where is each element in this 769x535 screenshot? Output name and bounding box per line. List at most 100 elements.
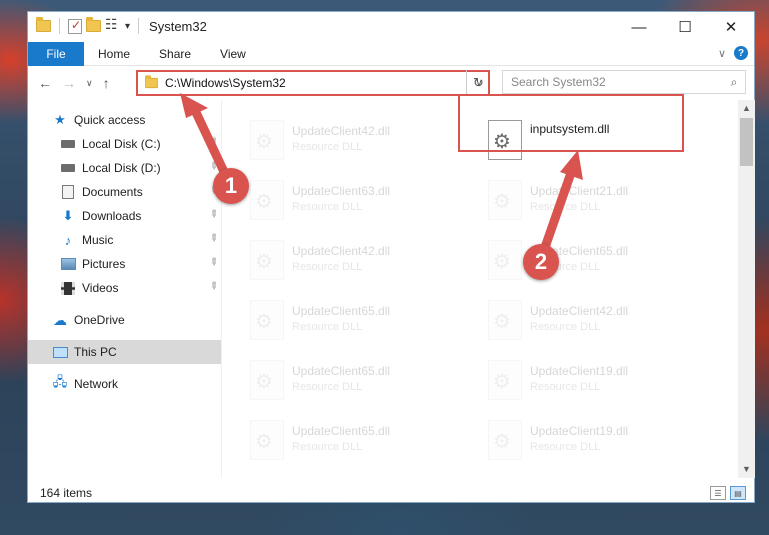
maximize-button[interactable]: ☐ [662, 12, 708, 42]
file-name: UpdateClient63.dll [292, 184, 391, 198]
dll-file-icon [250, 240, 284, 280]
dll-file-icon [250, 300, 284, 340]
help-icon[interactable]: ? [734, 46, 748, 60]
sidebar-item-pictures[interactable]: Pictures ✎ [28, 252, 221, 276]
file-type: Resource DLL [530, 201, 601, 213]
pin-icon[interactable]: ✎ [206, 208, 220, 222]
scroll-up-icon[interactable]: ▲ [738, 100, 755, 117]
file-name: UpdateClient42.dll [530, 304, 629, 318]
pin-icon[interactable]: ✎ [206, 280, 220, 294]
address-bar[interactable]: C:\Windows\System32 ∨ [136, 70, 490, 96]
file-item[interactable]: UpdateClient19.dll Resource DLL [460, 414, 690, 466]
downloads-icon: ⬇ [62, 208, 74, 223]
file-type: Resource DLL [292, 321, 363, 333]
file-item[interactable]: UpdateClient63.dll Resource DLL [222, 174, 452, 226]
tab-view[interactable]: View [220, 47, 261, 61]
dll-file-icon [250, 180, 284, 220]
search-input[interactable]: Search System32 [511, 75, 723, 89]
details-view-icon[interactable]: ☰ [710, 486, 726, 500]
file-item[interactable]: UpdateClient42.dll Resource DLL [460, 294, 690, 346]
pin-icon[interactable]: ✎ [206, 136, 220, 150]
dll-file-icon [488, 180, 522, 220]
window-title: System32 [149, 18, 207, 34]
pictures-icon [60, 256, 76, 272]
tab-share[interactable]: Share [159, 47, 206, 61]
forward-arrow-icon[interactable]: → [62, 75, 76, 91]
sidebar-item-quick-access[interactable]: ★ Quick access [28, 108, 221, 132]
expand-ribbon-icon[interactable]: ∨ [718, 47, 726, 60]
dll-file-icon [488, 120, 522, 160]
sidebar-item-label: This PC [74, 345, 117, 359]
file-type: Resource DLL [292, 381, 363, 393]
up-arrow-icon[interactable]: ↑ [103, 75, 110, 91]
folder-icon[interactable] [36, 17, 51, 32]
sidebar-item-network[interactable]: 🖧 Network [28, 372, 221, 396]
tab-file[interactable]: File [28, 42, 84, 66]
properties-check-icon[interactable] [68, 18, 82, 34]
pin-icon[interactable]: ✎ [206, 160, 220, 174]
file-item[interactable]: UpdateClient65.dll Resource DLL [222, 354, 452, 406]
file-list: UpdateClient42.dll Resource DLL UpdateCli… [222, 100, 738, 478]
file-name: UpdateClient65.dll [292, 364, 391, 378]
sidebar-item-label: Quick access [74, 113, 146, 127]
sidebar-item-music[interactable]: ♪ Music ✎ [28, 228, 221, 252]
file-item[interactable]: UpdateClient65.dll Resource DLL [222, 294, 452, 346]
ribbon-right: ∨ ? [718, 46, 748, 60]
recent-locations-icon[interactable]: ∨ [86, 78, 93, 89]
item-count: 164 items [40, 486, 93, 500]
address-path[interactable]: C:\Windows\System32 [165, 76, 470, 90]
scroll-thumb[interactable] [740, 118, 753, 166]
file-item[interactable]: UpdateClient42.dll Resource DLL [222, 234, 452, 286]
close-button[interactable]: ✕ [708, 12, 754, 42]
minimize-button[interactable]: — [616, 12, 662, 42]
file-item[interactable]: UpdateClient21.dll Resource DLL [460, 174, 690, 226]
pin-icon[interactable]: ✎ [206, 256, 220, 270]
file-type: Resource DLL [292, 441, 363, 453]
computer-icon [52, 344, 68, 360]
file-type: Resource DLL [530, 441, 601, 453]
tab-home[interactable]: Home [98, 47, 145, 61]
dll-file-icon [488, 360, 522, 400]
dll-file-icon [488, 240, 522, 280]
sidebar-item-this-pc[interactable]: This PC [28, 340, 221, 364]
quick-access-toolbar: ▾ System32 [36, 16, 207, 34]
vertical-scrollbar[interactable]: ▲ ▼ [738, 100, 755, 478]
file-item-inputsystem[interactable]: inputsystem.dll [460, 114, 690, 166]
sidebar-item-downloads[interactable]: ⬇ Downloads ✎ [28, 204, 221, 228]
nav-buttons: ← → ∨ ↑ [38, 75, 110, 91]
refresh-icon[interactable]: ↻ [466, 70, 490, 96]
sidebar-item-local-disk-c[interactable]: Local Disk (C:) ✎ [28, 132, 221, 156]
file-name: UpdateClient42.dll [292, 124, 391, 138]
step-2-badge: 2 [523, 244, 559, 280]
sidebar-item-label: Local Disk (C:) [82, 137, 161, 151]
file-name: UpdateClient65.dll [292, 304, 391, 318]
file-type: Resource DLL [292, 201, 363, 213]
search-icon[interactable]: ⌕ [723, 75, 745, 90]
sidebar-item-onedrive[interactable]: ☁ OneDrive [28, 308, 221, 332]
pin-icon[interactable]: ✎ [206, 232, 220, 246]
step-1-badge: 1 [213, 168, 249, 204]
file-name: UpdateClient21.dll [530, 184, 629, 198]
file-item[interactable]: UpdateClient42.dll Resource DLL [222, 114, 452, 166]
dll-file-icon [488, 420, 522, 460]
ribbon-tabs: Home Share View [98, 42, 275, 66]
file-name: UpdateClient65.dll [292, 424, 391, 438]
search-box[interactable]: Search System32 ⌕ [502, 70, 746, 94]
file-item[interactable]: UpdateClient19.dll Resource DLL [460, 354, 690, 406]
navigation-bar: ← → ∨ ↑ C:\Windows\System32 ∨ ↻ Search S… [28, 66, 754, 100]
sidebar-item-documents[interactable]: Documents ✎ [28, 180, 221, 204]
dll-file-icon [250, 360, 284, 400]
tiles-view-icon[interactable]: ▤ [730, 486, 746, 500]
back-arrow-icon[interactable]: ← [38, 75, 52, 91]
sidebar-item-videos[interactable]: Videos ✎ [28, 276, 221, 300]
sidebar-item-local-disk-d[interactable]: Local Disk (D:) ✎ [28, 156, 221, 180]
scroll-down-icon[interactable]: ▼ [738, 461, 755, 478]
file-item[interactable]: UpdateClient65.dll Resource DLL [222, 414, 452, 466]
file-explorer-window: ▾ System32 — ☐ ✕ File Home Share View ∨ … [27, 11, 755, 503]
customize-icon[interactable] [105, 16, 121, 33]
new-folder-icon[interactable] [86, 17, 101, 32]
file-type: Resource DLL [530, 381, 601, 393]
file-item[interactable]: UpdateClient65.dllResource DLL [460, 234, 690, 286]
file-name: inputsystem.dll [530, 122, 610, 136]
qat-dropdown-icon[interactable]: ▾ [125, 21, 130, 32]
